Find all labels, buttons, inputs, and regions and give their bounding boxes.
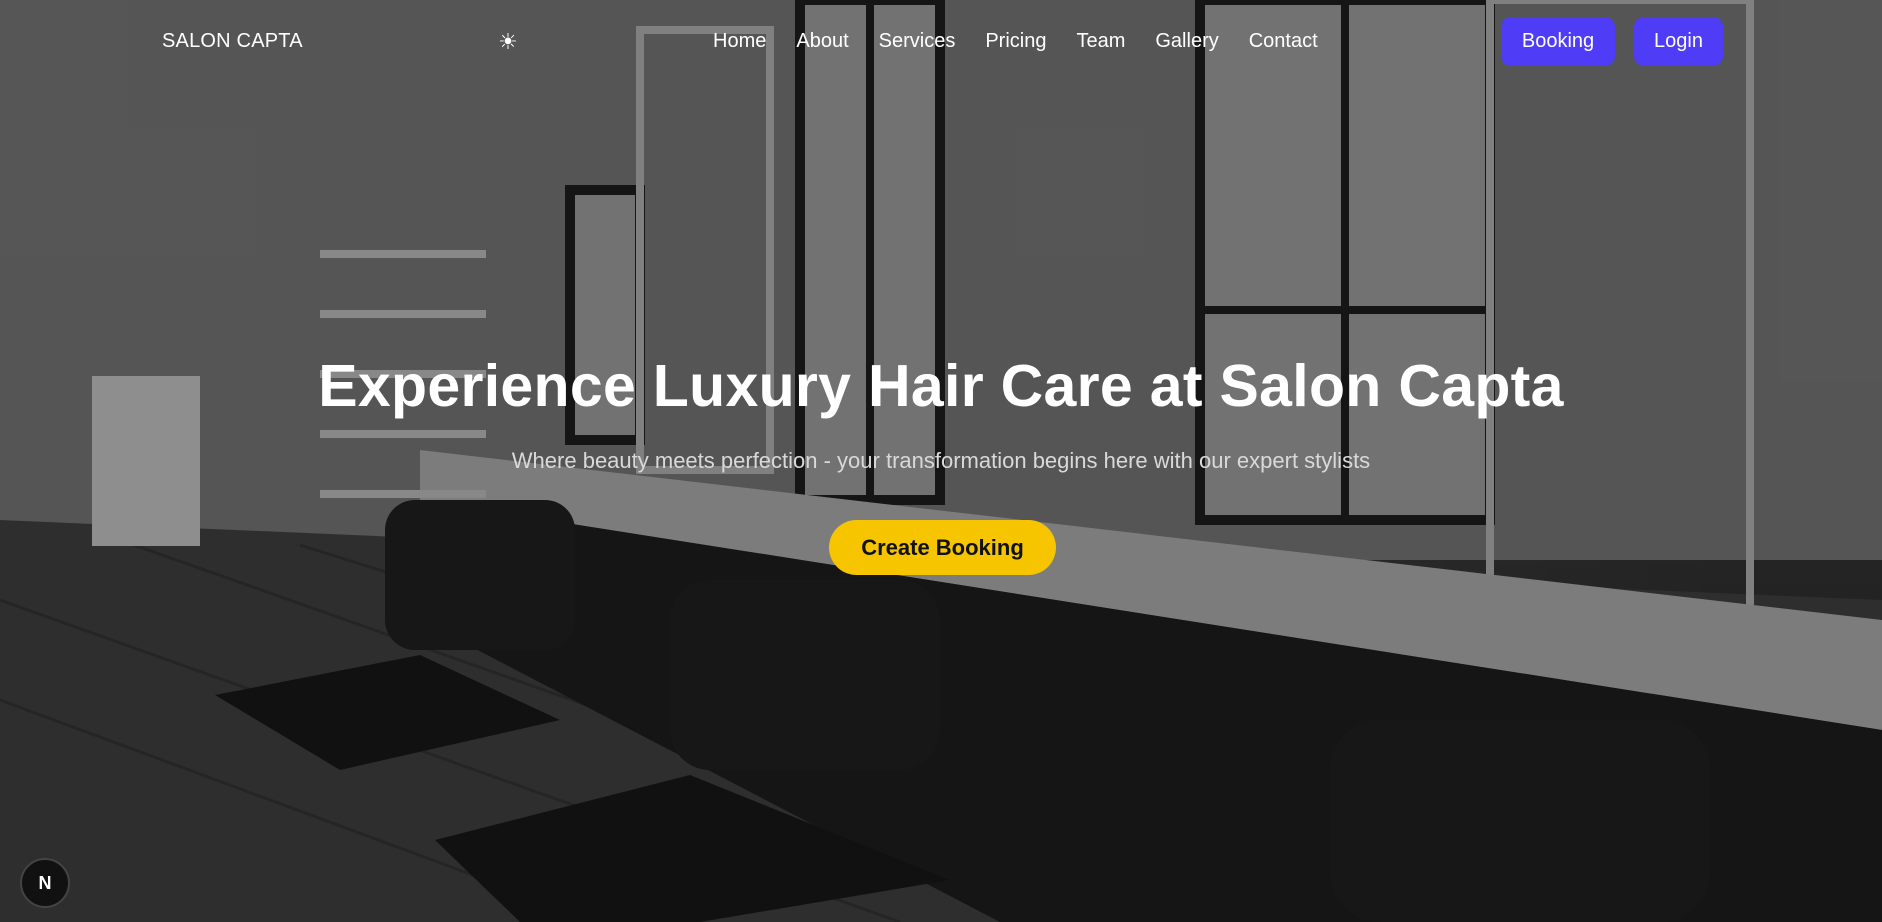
create-booking-button[interactable]: Create Booking <box>829 520 1056 575</box>
sun-icon[interactable]: ☀ <box>494 28 522 56</box>
nav-link-about[interactable]: About <box>796 30 848 53</box>
login-button[interactable]: Login <box>1634 17 1723 66</box>
brand-logo[interactable]: SALON CAPTA <box>162 30 303 53</box>
booking-button[interactable]: Booking <box>1501 17 1615 66</box>
nav-link-home[interactable]: Home <box>713 30 766 53</box>
nextjs-icon[interactable]: N <box>20 858 70 908</box>
hero-title: Experience Luxury Hair Care at Salon Cap… <box>318 353 1564 419</box>
nav-link-contact[interactable]: Contact <box>1249 30 1318 53</box>
nav-link-team[interactable]: Team <box>1076 30 1125 53</box>
nav-link-services[interactable]: Services <box>879 30 956 53</box>
nav-link-gallery[interactable]: Gallery <box>1155 30 1218 53</box>
hero-section: SALON CAPTA ☀ Home About Services Pricin… <box>0 0 1882 922</box>
nav-link-pricing[interactable]: Pricing <box>985 30 1046 53</box>
main-menu: Home About Services Pricing Team Gallery… <box>713 30 1318 53</box>
top-navbar: SALON CAPTA ☀ Home About Services Pricin… <box>0 0 1882 82</box>
hero-subtitle: Where beauty meets perfection - your tra… <box>511 448 1371 473</box>
